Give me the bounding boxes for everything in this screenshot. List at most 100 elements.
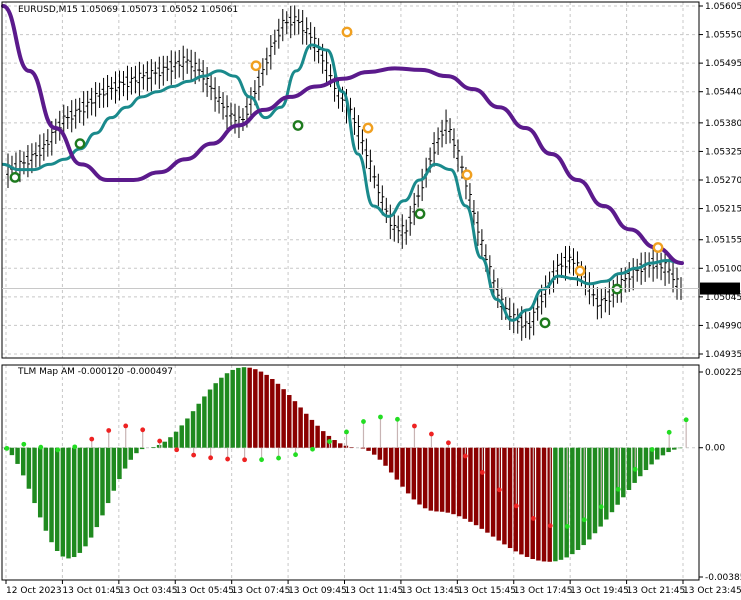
hist-bar [54, 447, 60, 551]
hist-signal-dot [293, 452, 298, 458]
hist-signal-dot [242, 457, 247, 463]
hist-bar [456, 447, 462, 517]
x-tick-label: 13 Oct 01:45 [62, 586, 121, 596]
hist-bar [394, 447, 400, 480]
hist-bar [405, 447, 411, 494]
hist-bar [592, 447, 598, 534]
hist-bar [270, 378, 275, 448]
hist-bar [304, 413, 309, 448]
y-tick-label: 1.05380 [705, 119, 741, 129]
hist-bar [439, 447, 445, 512]
hist-signal-dot [191, 452, 197, 458]
hist-signal-dot [344, 429, 349, 435]
hist-bar [621, 447, 626, 498]
main-chart-title: EURUSD,M15 1.05069 1.05073 1.05052 1.050… [18, 5, 238, 15]
signal-marker [652, 242, 664, 253]
y-tick-label: 1.05605 [705, 2, 741, 12]
hist-bar [122, 447, 128, 469]
signal-marker [414, 208, 426, 220]
hist-bar [666, 447, 671, 453]
hist-bar [105, 447, 111, 504]
hist-bar [587, 447, 592, 540]
hist-signal-dot [327, 439, 332, 444]
signal-marker [539, 317, 551, 329]
hist-bar [275, 383, 281, 448]
signal-marker [292, 120, 304, 131]
hist-bar [411, 447, 417, 500]
hist-bar [553, 447, 558, 562]
hist-bar [366, 447, 371, 451]
hist-signal-dot [530, 516, 536, 521]
hist-bar [111, 447, 117, 491]
hist-bar [502, 447, 507, 545]
hist-bar [151, 447, 156, 448]
hist-bar [604, 447, 609, 520]
y-tick-label: 1.04990 [705, 321, 741, 331]
hist-y-tick-label: 0.002257 [705, 368, 741, 378]
current-price-label: 1.05061 [704, 285, 741, 295]
hist-bar [655, 447, 660, 460]
hist-signal-dot [479, 470, 485, 475]
hist-signal-dot [123, 423, 129, 429]
chart-canvas: 1.05605 1.05550 1.05495 1.05440 1.05380 1.053… [0, 0, 741, 600]
hist-signal-dot [4, 445, 10, 451]
hist-bar [224, 373, 230, 448]
signal-marker [341, 26, 353, 38]
hist-bar [179, 425, 184, 448]
hist-bar [60, 447, 66, 557]
hist-bar [360, 447, 366, 449]
hist-bar [462, 447, 468, 519]
hist-bar [128, 447, 134, 460]
hist-bar [292, 401, 298, 448]
hist-bar [315, 425, 320, 448]
hist-bar [524, 447, 530, 557]
hist-bar [660, 447, 666, 456]
signal-marker [9, 172, 21, 183]
x-tick-label: 13 Oct 17:45 [514, 586, 573, 596]
y-tick-label: 1.05325 [705, 147, 741, 157]
hist-signal-dot [496, 487, 502, 493]
hist-signal-dot [157, 438, 163, 444]
hist-bar [100, 447, 105, 516]
hist-bar [388, 447, 394, 473]
hist-bar [575, 447, 581, 550]
hist-y-tick-label: -0.003854 [705, 573, 741, 583]
hist-bar [83, 447, 88, 547]
hist-bar [9, 447, 15, 456]
hist-bar [428, 447, 434, 511]
hist-bar [264, 374, 269, 448]
x-tick-label: 13 Oct 13:45 [401, 586, 460, 596]
hist-signal-dot [632, 466, 638, 472]
y-tick-label: 1.05440 [705, 88, 741, 98]
hist-signal-dot [649, 447, 655, 452]
hist-bar [609, 447, 615, 513]
hist-bar [338, 443, 343, 448]
hist-signal-dot [259, 457, 264, 463]
hist-bar [281, 389, 286, 448]
hist-bar [377, 447, 383, 460]
hist-bar [536, 447, 541, 561]
y-tick-label: 1.05155 [705, 236, 741, 246]
hist-bar [247, 367, 252, 448]
hist-signal-dot [446, 440, 451, 446]
y-tick-label: 1.05100 [705, 264, 741, 274]
hist-bar [49, 447, 54, 543]
hist-signal-dot [412, 423, 417, 429]
hist-bar [219, 377, 224, 448]
hist-bar [173, 431, 179, 448]
hist-signal-dot [378, 414, 383, 420]
hist-bar [445, 447, 451, 513]
hist-signal-dot [513, 503, 519, 509]
hist-bar [241, 367, 247, 448]
hist-bar [541, 447, 547, 562]
hist-signal-dot [21, 441, 27, 447]
indicator-title: TLM Map AM -0.000120 -0.000497 [17, 367, 173, 377]
hist-signal-dot [89, 436, 95, 442]
hist-bar [581, 447, 586, 546]
hist-bar [37, 447, 43, 518]
hist-bar [26, 447, 32, 489]
hist-bar [383, 447, 388, 466]
hist-bar [168, 437, 173, 448]
hist-signal-dot [38, 444, 44, 450]
x-tick-label: 13 Oct 11:45 [345, 586, 404, 596]
